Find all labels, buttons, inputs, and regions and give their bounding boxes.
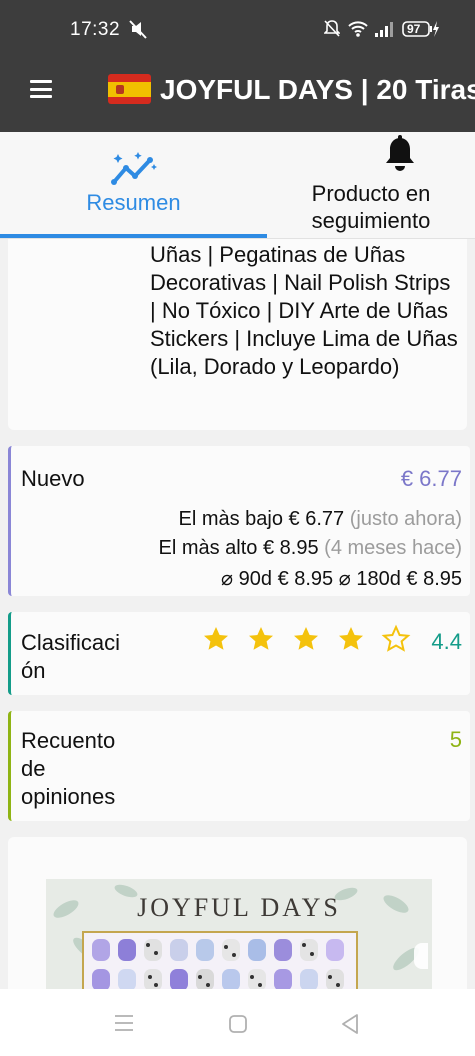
menu-icon[interactable]	[30, 80, 52, 98]
current-price: € 6.77	[400, 466, 462, 491]
star-icon	[204, 627, 228, 650]
reviews-label-line2: de	[21, 756, 46, 781]
battery-level: 97	[407, 22, 421, 36]
star-icon	[294, 627, 318, 650]
tab-label-resumen: Resumen	[86, 190, 181, 215]
rating-card: Clasificaci ón 4.4	[8, 612, 470, 695]
highest-price-row: El màs alto € 8.95 (4 meses hace)	[158, 537, 462, 560]
rating-label-line2: ón	[21, 658, 46, 683]
spain-flag-icon	[108, 74, 151, 104]
nail-strips-panel	[82, 931, 358, 989]
highest-value: € 8.95	[262, 537, 319, 559]
tab-bar: Resumen Producto en seguimiento	[0, 132, 475, 239]
lowest-value: € 6.77	[288, 508, 345, 530]
rating-stars	[204, 626, 409, 651]
home-button-icon[interactable]	[228, 1014, 248, 1034]
app-bar: JOYFUL DAYS | 20 Tiras	[0, 58, 475, 132]
status-time: 17:32	[70, 19, 121, 40]
app-title: JOYFUL DAYS | 20 Tiras	[160, 74, 475, 105]
product-title: Uñas | Pegatinas de Uñas Decorativas | N…	[150, 242, 458, 379]
lowest-label: El màs bajo	[178, 508, 283, 530]
status-bar: 17:32 97	[0, 0, 475, 58]
condition-label: Nuevo	[21, 466, 85, 491]
lowest-price-row: El màs bajo € 6.77 (justo ahora)	[178, 508, 462, 531]
average-price-row: ⌀ 90d € 8.95 ⌀ 180d € 8.95	[221, 566, 462, 591]
reviews-value: 5	[449, 727, 462, 752]
next-image-arrow-icon[interactable]	[414, 943, 428, 969]
star-icon	[249, 627, 273, 650]
reviews-label-line1: Recuento	[21, 728, 116, 753]
price-card: Nuevo € 6.77 El màs bajo € 6.77 (justo a…	[8, 446, 470, 596]
tab-resumen[interactable]: Resumen	[0, 132, 267, 238]
rating-label: Clasificaci ón	[21, 629, 120, 685]
star-icon	[339, 627, 363, 650]
avg90-value: € 8.95	[277, 568, 334, 590]
reviews-card: Recuento de opiniones 5	[8, 711, 470, 821]
summary-content[interactable]: Uñas | Pegatinas de Uñas Decorativas | N…	[0, 239, 475, 989]
product-title-card: Uñas | Pegatinas de Uñas Decorativas | N…	[8, 239, 467, 430]
wifi-icon	[348, 21, 368, 37]
brand-text: JOYFUL DAYS	[137, 893, 341, 922]
half-star-icon	[383, 626, 409, 651]
avg180-label: ⌀ 180d	[338, 568, 401, 590]
back-button-icon[interactable]	[340, 1013, 360, 1035]
highest-label: El màs alto	[158, 537, 258, 559]
avg180-value: € 8.95	[406, 568, 462, 590]
avg90-label: ⌀ 90d	[221, 568, 272, 590]
reviews-label: Recuento de opiniones	[21, 727, 115, 811]
product-image[interactable]: JOYFUL DAYS	[46, 879, 432, 989]
lowest-when: (justo ahora)	[349, 508, 462, 530]
tab-label-seguimiento: Producto en seguimiento	[311, 181, 431, 233]
system-nav-bar	[0, 989, 475, 1056]
mute-icon	[129, 20, 147, 39]
recents-menu-icon[interactable]	[114, 1014, 134, 1032]
rating-value: 4.4	[431, 629, 462, 654]
tab-producto-seguimiento[interactable]: Producto en seguimiento	[267, 132, 475, 238]
highest-when: (4 meses hace)	[324, 537, 462, 559]
rating-label-line1: Clasificaci	[21, 630, 121, 655]
insights-icon	[111, 152, 157, 185]
signal-icon	[375, 22, 393, 37]
reviews-label-line3: opiniones	[21, 784, 116, 809]
active-tab-indicator	[0, 234, 267, 238]
dnd-bell-icon	[324, 20, 340, 37]
bell-icon	[386, 135, 414, 171]
product-image-card[interactable]: JOYFUL DAYS	[8, 837, 467, 989]
